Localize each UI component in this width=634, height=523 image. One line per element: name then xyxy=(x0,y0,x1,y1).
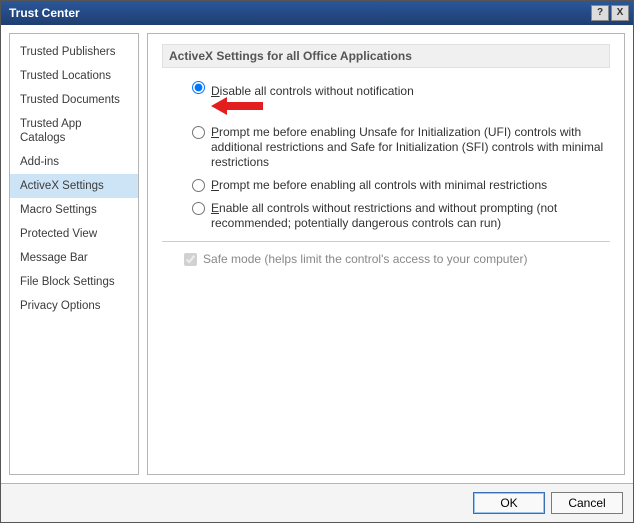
option-label: Enable all controls without restrictions… xyxy=(211,201,610,231)
safe-mode-row: Safe mode (helps limit the control's acc… xyxy=(162,252,610,266)
titlebar: Trust Center ? X xyxy=(1,1,633,25)
radio-prompt-ufi-sfi[interactable] xyxy=(192,126,205,139)
trust-center-window: Trust Center ? X Trusted Publishers Trus… xyxy=(0,0,634,523)
sidebar-item-macro-settings[interactable]: Macro Settings xyxy=(10,198,138,222)
option-disable-all[interactable]: Disable all controls without notificatio… xyxy=(192,80,610,117)
sidebar-item-trusted-locations[interactable]: Trusted Locations xyxy=(10,64,138,88)
body-area: Trusted Publishers Trusted Locations Tru… xyxy=(1,25,633,483)
dialog-footer: OK Cancel xyxy=(1,483,633,522)
radio-disable-all[interactable] xyxy=(192,81,205,94)
radio-prompt-minimal[interactable] xyxy=(192,179,205,192)
sidebar-item-privacy-options[interactable]: Privacy Options xyxy=(10,294,138,318)
activex-options-group: Disable all controls without notificatio… xyxy=(162,80,610,231)
option-label: Prompt me before enabling Unsafe for Ini… xyxy=(211,125,610,170)
option-prompt-minimal[interactable]: Prompt me before enabling all controls w… xyxy=(192,178,610,193)
red-arrow-icon xyxy=(211,97,610,115)
option-label: Prompt me before enabling all controls w… xyxy=(211,178,610,193)
sidebar-item-trusted-app-catalogs[interactable]: Trusted App Catalogs xyxy=(10,112,138,150)
sidebar-item-add-ins[interactable]: Add-ins xyxy=(10,150,138,174)
option-enable-all[interactable]: Enable all controls without restrictions… xyxy=(192,201,610,231)
help-button[interactable]: ? xyxy=(591,5,609,21)
sidebar: Trusted Publishers Trusted Locations Tru… xyxy=(9,33,139,475)
cancel-button[interactable]: Cancel xyxy=(551,492,623,514)
sidebar-item-trusted-publishers[interactable]: Trusted Publishers xyxy=(10,40,138,64)
ok-button[interactable]: OK xyxy=(473,492,545,514)
option-prompt-ufi-sfi[interactable]: Prompt me before enabling Unsafe for Ini… xyxy=(192,125,610,170)
sidebar-item-trusted-documents[interactable]: Trusted Documents xyxy=(10,88,138,112)
window-title: Trust Center xyxy=(9,6,589,20)
divider xyxy=(162,241,610,242)
sidebar-item-protected-view[interactable]: Protected View xyxy=(10,222,138,246)
safe-mode-label: Safe mode (helps limit the control's acc… xyxy=(203,252,527,266)
safe-mode-checkbox xyxy=(184,253,197,266)
radio-enable-all[interactable] xyxy=(192,202,205,215)
sidebar-item-file-block-settings[interactable]: File Block Settings xyxy=(10,270,138,294)
option-label: Disable all controls without notificatio… xyxy=(211,80,610,117)
sidebar-item-activex-settings[interactable]: ActiveX Settings xyxy=(10,174,138,198)
section-header: ActiveX Settings for all Office Applicat… xyxy=(162,44,610,68)
close-button[interactable]: X xyxy=(611,5,629,21)
content-panel: ActiveX Settings for all Office Applicat… xyxy=(147,33,625,475)
sidebar-item-message-bar[interactable]: Message Bar xyxy=(10,246,138,270)
